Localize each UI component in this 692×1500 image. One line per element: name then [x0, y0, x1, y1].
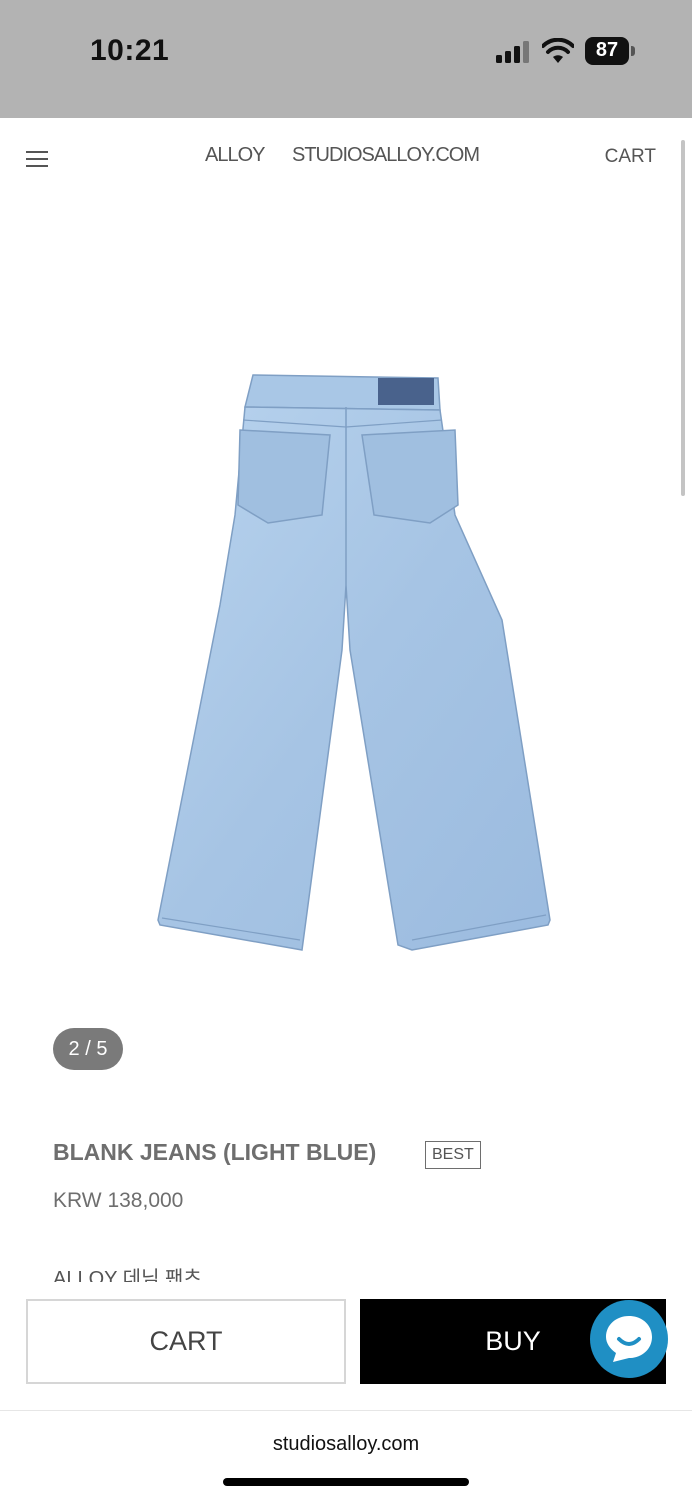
product-price: KRW 138,000 [53, 1189, 184, 1212]
add-to-cart-button[interactable]: CART [26, 1299, 346, 1384]
wifi-icon [542, 38, 574, 63]
best-badge: BEST [425, 1141, 481, 1169]
signal-icon [496, 41, 529, 63]
image-counter-badge: 2 / 5 [53, 1028, 123, 1070]
battery-icon: 87 [585, 37, 635, 65]
hamburger-menu-icon[interactable] [26, 151, 48, 169]
status-time: 10:21 [90, 34, 170, 67]
header-cart-link[interactable]: CART [605, 146, 656, 168]
chat-icon[interactable] [590, 1300, 668, 1378]
brand-logo-link[interactable]: ALLOY [205, 144, 265, 167]
product-image-jeans[interactable] [150, 365, 560, 960]
site-header: ALLOY STUDIOSALLOY.COM CART [0, 118, 692, 198]
page-scrollbar[interactable] [681, 140, 685, 496]
home-indicator [223, 1478, 469, 1486]
battery-level: 87 [595, 39, 619, 61]
site-name-link[interactable]: STUDIOSALLOY.COM [292, 144, 480, 167]
status-bar: 10:21 87 [0, 0, 692, 118]
bottom-action-bar: CART BUY [0, 1282, 692, 1410]
url-text[interactable]: studiosalloy.com [0, 1433, 692, 1456]
product-title: BLANK JEANS (LIGHT BLUE) [53, 1139, 377, 1165]
browser-url-bar[interactable]: studiosalloy.com [0, 1410, 692, 1500]
